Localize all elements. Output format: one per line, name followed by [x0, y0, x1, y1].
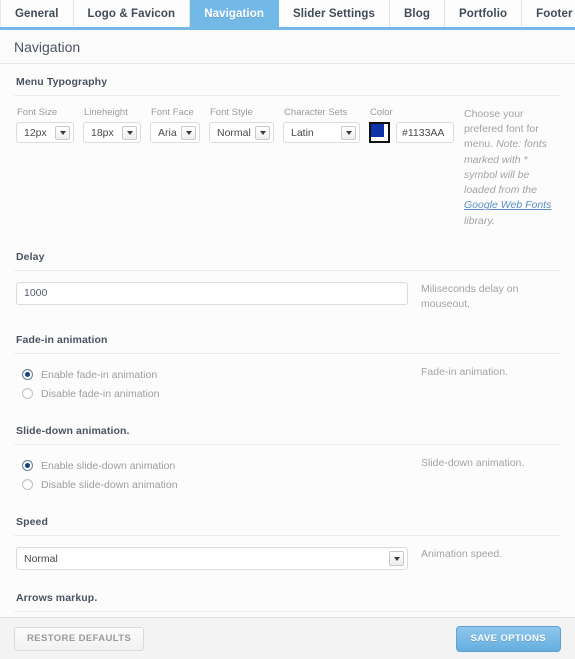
lineheight-select[interactable]: 18px	[83, 122, 141, 143]
lineheight-value: 18px	[91, 126, 114, 139]
tab-label: Logo & Favicon	[87, 7, 176, 20]
tab-label: Slider Settings	[292, 7, 376, 20]
radio-enable-slide-down[interactable]: Enable slide-down animation	[16, 456, 411, 475]
field-label: Lineheight	[84, 107, 128, 118]
tab-blog[interactable]: Blog	[390, 0, 445, 27]
field-font-face: Font Face Aria	[150, 107, 200, 143]
character-sets-select[interactable]: Latin	[283, 122, 360, 143]
chevron-down-icon	[341, 126, 356, 140]
tab-navigation[interactable]: Navigation	[190, 0, 279, 27]
field-label: Font Size	[17, 107, 58, 118]
font-face-select[interactable]: Aria	[150, 122, 200, 143]
font-size-select[interactable]: 12px	[16, 122, 74, 143]
tab-bar: General Logo & Favicon Navigation Slider…	[0, 0, 575, 30]
radio-icon[interactable]	[22, 388, 33, 400]
chevron-down-icon	[181, 126, 196, 140]
fade-in-help: Fade-in animation.	[421, 366, 508, 379]
tab-portfolio[interactable]: Portfolio	[444, 0, 523, 27]
font-style-value: Normal	[217, 126, 251, 139]
chevron-down-icon	[255, 126, 270, 140]
fade-in-options: Enable fade-in animation Disable fade-in…	[16, 365, 411, 403]
field-label: Character Sets	[284, 107, 348, 118]
typography-fields: Font Size 12px Lineheight 18px Font Face…	[16, 107, 454, 229]
chevron-down-icon	[122, 126, 137, 140]
tab-logo-favicon[interactable]: Logo & Favicon	[73, 0, 191, 27]
section-title: Fade-in animation	[14, 322, 561, 355]
section-slide-down-animation: Slide-down animation. Enable slide-down …	[0, 413, 575, 504]
font-size-value: 12px	[24, 126, 47, 139]
radio-icon[interactable]	[22, 460, 33, 472]
tab-general[interactable]: General	[0, 0, 74, 27]
tab-slider-settings[interactable]: Slider Settings	[278, 0, 391, 27]
radio-label: Enable fade-in animation	[41, 368, 158, 381]
field-label: Color	[370, 107, 393, 118]
field-character-sets: Character Sets Latin	[283, 107, 360, 143]
section-title: Speed	[14, 504, 561, 537]
help-note-after: library.	[464, 214, 495, 227]
section-title: Arrows markup.	[14, 580, 561, 613]
section-menu-typography: Menu Typography Font Size 12px Lineheigh…	[0, 64, 575, 239]
radio-enable-fade-in[interactable]: Enable fade-in animation	[16, 365, 411, 384]
field-label: Font Face	[151, 107, 194, 118]
google-web-fonts-link[interactable]: Google Web Fonts	[464, 199, 551, 211]
page-header: Navigation	[0, 30, 575, 64]
chevron-down-icon	[389, 551, 404, 567]
radio-icon[interactable]	[22, 369, 33, 381]
field-font-style: Font Style Normal	[209, 107, 274, 143]
radio-disable-fade-in[interactable]: Disable fade-in animation	[16, 384, 411, 403]
font-face-value: Aria	[158, 126, 177, 139]
speed-value: Normal	[24, 552, 58, 565]
chevron-down-icon	[55, 126, 70, 140]
section-delay: Delay Miliseconds delay on mouseout.	[0, 239, 575, 322]
tab-label: Blog	[404, 7, 430, 20]
speed-select[interactable]: Normal	[16, 547, 408, 571]
radio-label: Disable slide-down animation	[41, 478, 178, 491]
save-options-button[interactable]: SAVE OPTIONS	[455, 625, 561, 652]
tab-label: Portfolio	[458, 7, 508, 20]
delay-field	[16, 281, 411, 312]
speed-field: Normal	[16, 547, 411, 571]
radio-icon[interactable]	[22, 479, 33, 491]
section-fade-in-animation: Fade-in animation Enable fade-in animati…	[0, 322, 575, 413]
slide-down-help: Slide-down animation.	[421, 457, 525, 470]
color-hex-input[interactable]	[396, 122, 454, 143]
field-lineheight: Lineheight 18px	[83, 107, 141, 143]
section-arrows-markup: Arrows markup. Yes No Do you want to gen…	[0, 580, 575, 617]
settings-content: Menu Typography Font Size 12px Lineheigh…	[0, 64, 575, 617]
restore-defaults-button[interactable]: RESTORE DEFAULTS	[14, 626, 145, 651]
radio-label: Enable slide-down animation	[41, 459, 176, 472]
tab-label: Footer	[536, 7, 573, 20]
tab-footer[interactable]: Footer	[522, 0, 575, 27]
field-color: Color	[369, 107, 454, 143]
delay-help: Miliseconds delay on mouseout.	[421, 282, 519, 310]
radio-disable-slide-down[interactable]: Disable slide-down animation	[16, 475, 411, 494]
section-title: Slide-down animation.	[14, 413, 561, 446]
slide-down-options: Enable slide-down animation Disable slid…	[16, 456, 411, 494]
character-sets-value: Latin	[291, 126, 314, 139]
speed-help: Animation speed.	[421, 548, 503, 561]
page-title: Navigation	[14, 38, 81, 55]
field-label: Font Style	[210, 107, 253, 118]
tab-label: Navigation	[204, 7, 264, 20]
options-panel: General Logo & Favicon Navigation Slider…	[0, 0, 575, 659]
section-title: Menu Typography	[14, 64, 561, 96]
panel-footer: RESTORE DEFAULTS SAVE OPTIONS	[0, 617, 575, 659]
font-style-select[interactable]: Normal	[209, 122, 274, 143]
delay-input[interactable]	[16, 281, 408, 305]
radio-label: Disable fade-in animation	[41, 387, 160, 400]
section-speed: Speed Normal Animation speed.	[0, 504, 575, 580]
field-font-size: Font Size 12px	[16, 107, 74, 143]
section-title: Delay	[14, 239, 561, 271]
tab-label: General	[15, 7, 59, 20]
typography-help: Choose your prefered font for menu. Note…	[454, 107, 561, 229]
color-swatch[interactable]	[369, 122, 390, 143]
